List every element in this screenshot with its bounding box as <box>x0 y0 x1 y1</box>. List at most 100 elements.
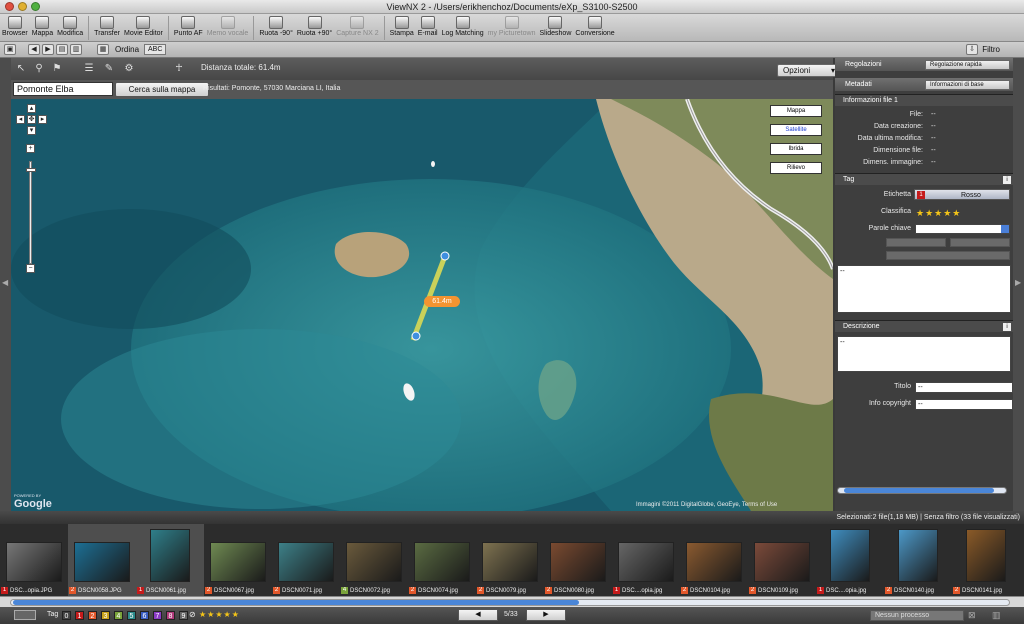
process-status-select[interactable]: Nessun processo <box>870 610 964 621</box>
pan-left-icon[interactable]: ◂ <box>16 115 25 124</box>
print-button[interactable]: Stampa <box>390 14 414 37</box>
zoom-slider-track[interactable] <box>29 161 32 264</box>
filter-icon[interactable]: ⇩ <box>966 44 978 55</box>
tag-filter-1[interactable]: 1 <box>75 611 84 620</box>
next-page-button[interactable]: ▶ <box>526 609 566 621</box>
tag-filter-2[interactable]: 2 <box>88 611 97 620</box>
adjustments-header[interactable]: Regolazioni Regolazione rapida <box>835 58 1013 71</box>
sort-icon[interactable]: ▦ <box>97 44 109 55</box>
folder-icon[interactable]: ▤ <box>56 44 68 55</box>
track-tool-icon[interactable]: ⚑ <box>51 63 63 75</box>
thumbnail-size-icon[interactable] <box>14 610 36 620</box>
zoom-slider-thumb[interactable] <box>26 168 36 172</box>
tag-filter-0[interactable]: 0 <box>62 611 71 620</box>
info-icon[interactable]: i <box>1003 176 1011 184</box>
rating-stars[interactable]: ★★★★★ <box>916 208 961 219</box>
thumbnail[interactable]: 1 DSC...opia.JPG <box>0 524 68 596</box>
description-info-icon[interactable]: i <box>1003 323 1011 331</box>
zoom-out-icon[interactable]: − <box>26 264 35 273</box>
color-label-select[interactable]: 1 Rosso <box>914 189 1010 200</box>
settings-icon[interactable]: ⚙ <box>123 63 135 75</box>
capture-nx-button[interactable]: Capture NX 2 <box>336 14 379 37</box>
right-panel-scroll-thumb[interactable] <box>844 488 994 493</box>
thumbnail[interactable]: 2 DSCN0140.jpg <box>884 524 952 596</box>
pan-right-icon[interactable]: ▸ <box>38 115 47 124</box>
pointer-tool-icon[interactable]: ↖ <box>15 63 27 75</box>
transfer-button[interactable]: Transfer <box>94 14 120 37</box>
metadata-header[interactable]: Metadati Informazioni di base <box>835 78 1013 91</box>
folder-menu-icon[interactable]: ▥ <box>70 44 82 55</box>
forward-arrow-icon[interactable]: ▶ <box>42 44 54 55</box>
distance-person-icon[interactable]: ☥ <box>173 63 185 75</box>
thumbnail[interactable]: 2 DSCN0104.jpg <box>680 524 748 596</box>
options-dropdown[interactable]: Opzioni <box>777 64 839 77</box>
browser-button[interactable]: Browser <box>2 14 28 37</box>
thumbnail[interactable]: 2 DSCN0079.jpg <box>476 524 544 596</box>
rating-filter-stars[interactable]: ★★★★★ <box>199 610 240 619</box>
thumbnail[interactable]: 2 DSCN0058.JPG <box>68 524 136 596</box>
thumbnail[interactable]: 2 DSCN0074.jpg <box>408 524 476 596</box>
tag-filter-5[interactable]: 5 <box>127 611 136 620</box>
zoom-in-icon[interactable]: + <box>26 144 35 153</box>
filmstrip-scroll-thumb[interactable] <box>13 600 579 605</box>
description-text-area[interactable]: -- <box>837 336 1011 372</box>
location-search-input[interactable]: Pomonte Elba <box>13 82 113 96</box>
trash-icon[interactable]: ▥ <box>992 610 1001 621</box>
filter-label[interactable]: Filtro <box>982 44 1000 55</box>
picturetown-button[interactable]: my Picturetown <box>488 14 535 37</box>
right-panel-scrollbar[interactable] <box>837 487 1007 494</box>
list-icon[interactable]: ☰ <box>83 63 95 75</box>
minimize-window-button[interactable] <box>18 2 27 11</box>
quick-adjust-select[interactable]: Regolazione rapida <box>925 60 1010 70</box>
conversion-button[interactable]: Conversione <box>575 14 615 37</box>
pan-down-icon[interactable]: ▾ <box>27 126 36 135</box>
satellite-map[interactable]: 61.4m Mappa Satellite Ibrida Rilievo ▴ ◂ ✥ … <box>11 99 833 511</box>
map-type-ibrida-button[interactable]: Ibrida <box>770 143 822 155</box>
thumbnail[interactable]: 1 DSCN0061.jpg <box>136 524 204 596</box>
view-mode-icon[interactable]: ▣ <box>4 44 16 55</box>
thumbnail[interactable]: 2 DSCN0141.jpg <box>952 524 1020 596</box>
basic-info-select[interactable]: Informazioni di base <box>925 80 1010 90</box>
map-button[interactable]: Mappa <box>32 14 53 37</box>
file-info-header[interactable]: Informazioni file 1 <box>835 94 1013 106</box>
copyright-field[interactable]: -- <box>915 399 1013 410</box>
tag-filter-3[interactable]: 3 <box>101 611 110 620</box>
keywords-input[interactable] <box>915 224 1010 234</box>
rotate-left-button[interactable]: Ruota -90° <box>259 14 293 37</box>
log-matching-button[interactable]: Log Matching <box>442 14 484 37</box>
back-arrow-icon[interactable]: ◀ <box>28 44 40 55</box>
tag-filter-9[interactable]: 9 <box>179 611 188 620</box>
thumbnail[interactable]: 4 DSCN0072.jpg <box>340 524 408 596</box>
slideshow-button[interactable]: Slideshow <box>539 14 571 37</box>
title-field[interactable]: -- <box>915 382 1013 393</box>
thumbnail[interactable]: 2 DSCN0080.jpg <box>544 524 612 596</box>
edit-button[interactable]: Modifica <box>57 14 83 37</box>
filmstrip-scrollbar[interactable] <box>0 596 1024 607</box>
movie-editor-button[interactable]: Movie Editor <box>124 14 163 37</box>
tag-filter-8[interactable]: 8 <box>166 611 175 620</box>
thumbnail[interactable]: 2 DSCN0071.jpg <box>272 524 340 596</box>
close-window-button[interactable] <box>5 2 14 11</box>
expand-left-arrow-icon[interactable]: ◀ <box>2 278 8 287</box>
pan-center-icon[interactable]: ✥ <box>27 115 36 124</box>
cancel-process-icon[interactable]: ⊠ <box>968 610 976 621</box>
wrench-icon[interactable]: ✎ <box>103 63 115 75</box>
filmstrip-scroll-track[interactable] <box>10 599 1010 606</box>
expand-right-arrow-icon[interactable]: ▶ <box>1015 278 1021 287</box>
map-type-rilievo-button[interactable]: Rilievo <box>770 162 822 174</box>
email-button[interactable]: E-mail <box>418 14 438 37</box>
tag-filter-4[interactable]: 4 <box>114 611 123 620</box>
previous-page-button[interactable]: ◀ <box>458 609 498 621</box>
tag-filter-6[interactable]: 6 <box>140 611 149 620</box>
tag-section-header[interactable]: Tag i <box>835 173 1013 185</box>
thumbnail[interactable]: 2 DSCN0109.jpg <box>748 524 816 596</box>
thumbnail[interactable]: 1 DSC....opia.jpg <box>612 524 680 596</box>
voice-memo-button[interactable]: Memo vocale <box>207 14 248 37</box>
pin-tool-icon[interactable]: ⚲ <box>33 63 45 75</box>
tag-filter-7[interactable]: 7 <box>153 611 162 620</box>
pan-up-icon[interactable]: ▴ <box>27 104 36 113</box>
thumbnail[interactable]: 2 DSCN0067.jpg <box>204 524 272 596</box>
zoom-window-button[interactable] <box>31 2 40 11</box>
search-map-button[interactable]: Cerca sulla mappa <box>115 82 209 97</box>
description-section-header[interactable]: Descrizione i <box>835 320 1013 332</box>
